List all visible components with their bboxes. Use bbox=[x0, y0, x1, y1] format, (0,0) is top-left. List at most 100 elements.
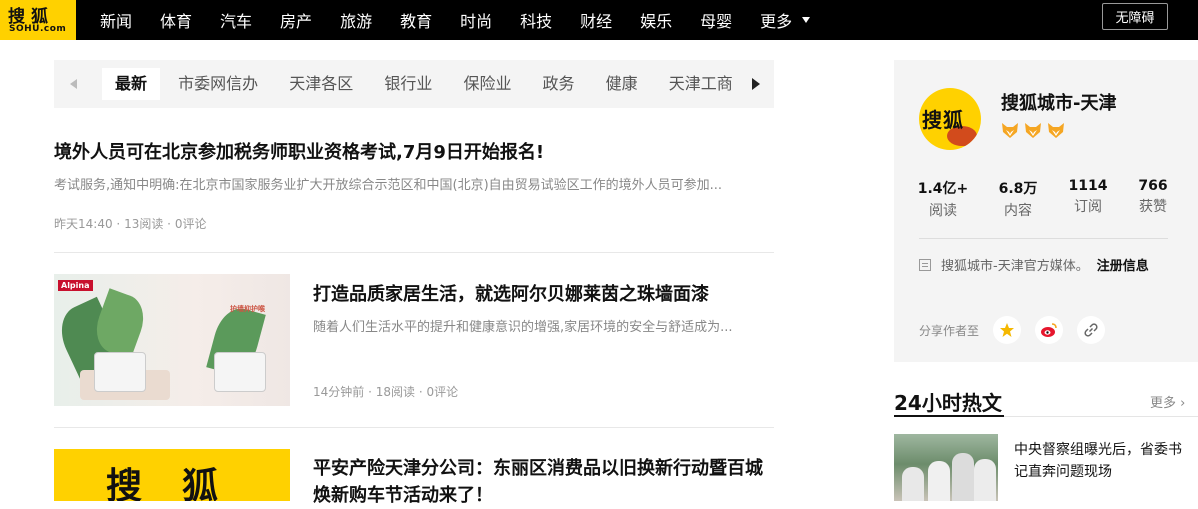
logo-domain: SOHU.com bbox=[9, 24, 67, 34]
nav-more-label: 更多 bbox=[760, 12, 793, 31]
hot-section-underline bbox=[894, 415, 1004, 417]
paint-can-shape bbox=[94, 352, 146, 392]
star-icon bbox=[1000, 323, 1015, 337]
register-info-link[interactable]: 注册信息 bbox=[1097, 255, 1149, 274]
fox-badge-icon bbox=[1002, 123, 1018, 138]
share-link-button[interactable] bbox=[1077, 316, 1106, 344]
nav-more-menu[interactable]: 更多 bbox=[760, 8, 811, 32]
nav-item-entertainment[interactable]: 娱乐 bbox=[640, 8, 672, 32]
channel-nav: 新闻 体育 汽车 房产 旅游 教育 时尚 科技 财经 娱乐 母婴 更多 bbox=[100, 0, 838, 40]
article-time: 14分钟前 bbox=[313, 385, 365, 399]
share-weibo-button[interactable] bbox=[1035, 316, 1064, 344]
nav-item-sports[interactable]: 体育 bbox=[160, 8, 192, 32]
person-figure-shape bbox=[928, 461, 950, 501]
chevron-right-icon: › bbox=[1180, 396, 1186, 411]
meta-separator: · bbox=[167, 217, 175, 231]
article-reads: 13阅读 bbox=[124, 217, 164, 231]
nav-item-fashion[interactable]: 时尚 bbox=[460, 8, 492, 32]
article-summary: 考试服务,通知中明确:在北京市国家服务业扩大开放综合示范区和中国(北京)自由贸易… bbox=[54, 178, 723, 193]
meta-separator: · bbox=[116, 217, 125, 231]
nav-item-education[interactable]: 教育 bbox=[400, 8, 432, 32]
author-description: 搜狐城市-天津官方媒体。 注册信息 bbox=[919, 255, 1149, 274]
hot-article-title[interactable]: 中央督察组曝光后，省委书记直奔问题现场 bbox=[1014, 439, 1190, 483]
share-favorite-button[interactable] bbox=[993, 316, 1022, 344]
article-meta: 昨天14:40 · 13阅读 · 0评论 bbox=[54, 215, 774, 232]
stat-value: 1114 bbox=[1068, 178, 1108, 194]
fox-badge-icon bbox=[1025, 123, 1041, 138]
accessibility-button[interactable]: 无障碍 bbox=[1102, 3, 1168, 30]
stat-value: 766 bbox=[1138, 178, 1168, 194]
nav-item-travel[interactable]: 旅游 bbox=[340, 8, 372, 32]
nav-item-auto[interactable]: 汽车 bbox=[220, 8, 252, 32]
article-thumbnail[interactable]: 搜狐 bbox=[54, 449, 290, 501]
nav-item-baby[interactable]: 母婴 bbox=[700, 8, 732, 32]
article-comments[interactable]: 0评论 bbox=[427, 385, 459, 399]
article-time: 昨天14:40 bbox=[54, 217, 113, 231]
stat-label: 阅读 bbox=[929, 203, 957, 219]
tab-cyberspace-office[interactable]: 市委网信办 bbox=[165, 68, 271, 100]
author-name[interactable]: 搜狐城市-天津 bbox=[1001, 89, 1116, 115]
hot-article-thumbnail[interactable] bbox=[894, 434, 998, 501]
thumbnail-caption: 护墙抑护喉 bbox=[230, 305, 265, 313]
nav-item-news[interactable]: 新闻 bbox=[100, 8, 132, 32]
stat-reads: 1.4亿+ 阅读 bbox=[908, 178, 978, 220]
hot-more-link[interactable]: 更多 › bbox=[1150, 392, 1185, 411]
caret-down-icon bbox=[802, 17, 811, 23]
nav-item-finance[interactable]: 财经 bbox=[580, 8, 612, 32]
article-summary: 随着人们生活水平的提升和健康意识的增强,家居环境的安全与舒适成为... bbox=[313, 320, 733, 335]
author-avatar[interactable]: 搜狐 bbox=[919, 88, 981, 150]
person-figure-shape bbox=[902, 467, 924, 501]
thumbnail-logo-text: 搜狐 bbox=[106, 466, 259, 501]
sohu-logo[interactable]: 搜狐 SOHU.com bbox=[0, 0, 76, 40]
meta-separator: · bbox=[418, 385, 427, 399]
tab-government[interactable]: 政务 bbox=[530, 68, 588, 100]
arrow-right-icon[interactable] bbox=[752, 78, 760, 90]
article-item[interactable]: 打造品质家居生活，就选阿尔贝娜莱茵之珠墙面漆 随着人们生活水平的提升和健康意识的… bbox=[313, 282, 774, 400]
paint-can-shape bbox=[214, 352, 266, 392]
share-label: 分享作者至 bbox=[919, 323, 980, 338]
tab-latest[interactable]: 最新 bbox=[102, 68, 161, 100]
meta-separator: · bbox=[368, 385, 376, 399]
nav-item-house[interactable]: 房产 bbox=[280, 8, 312, 32]
article-meta: 14分钟前 · 18阅读 · 0评论 bbox=[313, 383, 774, 400]
stat-label: 订阅 bbox=[1074, 199, 1102, 215]
avatar-text: 搜狐 bbox=[922, 108, 964, 132]
article-title[interactable]: 打造品质家居生活，就选阿尔贝娜莱茵之珠墙面漆 bbox=[313, 282, 774, 308]
fox-badge-icon bbox=[1048, 123, 1064, 138]
article-title[interactable]: 境外人员可在北京参加税务师职业资格考试,7月9日开始报名! bbox=[54, 140, 774, 166]
stat-label: 内容 bbox=[1004, 203, 1032, 219]
stat-subscribers: 1114 订阅 bbox=[1053, 178, 1123, 216]
article-divider bbox=[54, 252, 774, 253]
tab-tianjin-districts[interactable]: 天津各区 bbox=[276, 68, 366, 100]
nav-item-tech[interactable]: 科技 bbox=[520, 8, 552, 32]
article-thumbnail[interactable]: Alpina 护墙抑护喉 bbox=[54, 274, 290, 406]
tab-tianjin-commerce[interactable]: 天津工商 bbox=[656, 68, 736, 100]
stat-likes: 766 获赞 bbox=[1118, 178, 1188, 216]
link-icon bbox=[1084, 323, 1098, 337]
article-reads: 18阅读 bbox=[375, 385, 416, 399]
hot-more-label: 更多 bbox=[1150, 396, 1177, 411]
channel-tabs: 最新 市委网信办 天津各区 银行业 保险业 政务 健康 天津工商 bbox=[54, 60, 774, 108]
tab-list: 最新 市委网信办 天津各区 银行业 保险业 政务 健康 天津工商 bbox=[102, 68, 736, 100]
author-badges bbox=[1000, 120, 1069, 140]
card-divider bbox=[919, 238, 1168, 239]
hot-articles-heading: 24小时热文 bbox=[894, 391, 1002, 415]
tab-insurance[interactable]: 保险业 bbox=[450, 68, 524, 100]
article-divider bbox=[54, 427, 774, 428]
person-figure-shape bbox=[952, 453, 974, 501]
weibo-icon bbox=[1041, 323, 1057, 337]
author-card: 搜狐 搜狐城市-天津 1.4亿+ 阅读 6.8万 内容 1114 订阅 766 … bbox=[894, 60, 1198, 362]
stat-value: 6.8万 bbox=[998, 181, 1038, 197]
tab-banking[interactable]: 银行业 bbox=[371, 68, 445, 100]
stat-value: 1.4亿+ bbox=[917, 181, 969, 197]
document-icon bbox=[919, 258, 931, 271]
author-stats: 1.4亿+ 阅读 6.8万 内容 1114 订阅 766 获赞 bbox=[894, 178, 1198, 220]
arrow-left-icon[interactable] bbox=[70, 79, 77, 89]
tab-health[interactable]: 健康 bbox=[593, 68, 651, 100]
article-item[interactable]: 境外人员可在北京参加税务师职业资格考试,7月9日开始报名! 考试服务,通知中明确… bbox=[54, 140, 774, 232]
share-author: 分享作者至 bbox=[919, 316, 1106, 344]
description-text: 搜狐城市-天津官方媒体。 bbox=[941, 259, 1089, 274]
stat-label: 获赞 bbox=[1139, 199, 1167, 215]
article-comments[interactable]: 0评论 bbox=[175, 217, 207, 231]
stat-content: 6.8万 内容 bbox=[983, 178, 1053, 220]
